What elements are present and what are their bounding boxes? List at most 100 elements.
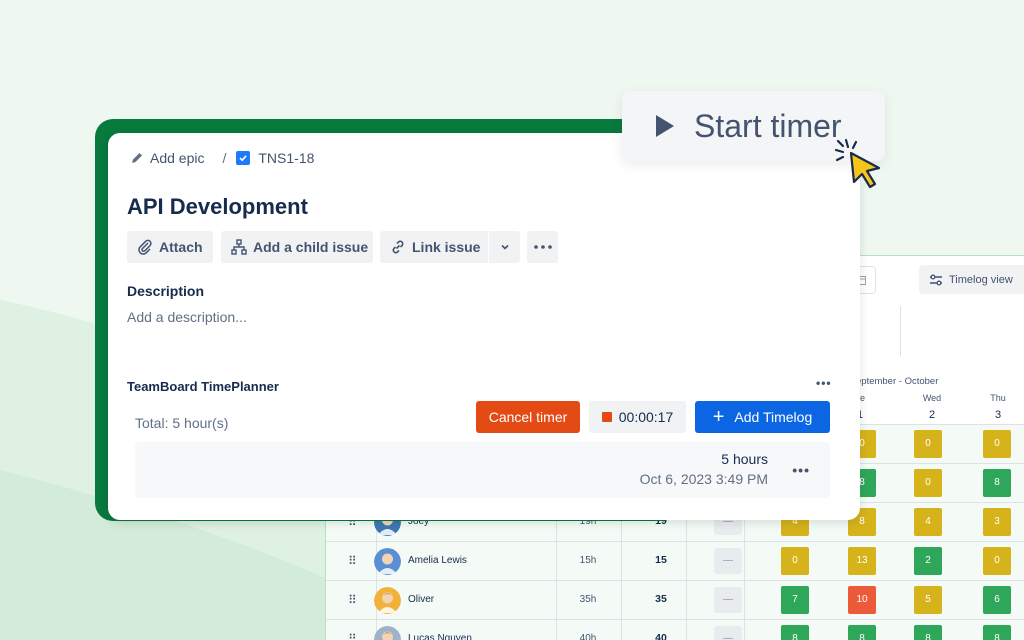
hierarchy-icon	[231, 239, 247, 255]
description-heading: Description	[127, 283, 205, 299]
day-number: 3	[994, 409, 1002, 421]
column-divider	[556, 542, 557, 580]
period-label: eptember - October	[856, 376, 939, 387]
timesheet-row: ⠿ Amelia Lewis 15h 15 — 0 13 2 0	[326, 541, 1024, 580]
column-divider	[556, 581, 557, 619]
add-child-label: Add a child issue	[253, 239, 369, 255]
plus-icon: +	[712, 406, 725, 428]
timelog-more-button[interactable]: •••	[792, 462, 810, 478]
hours-cell[interactable]: 5	[914, 586, 942, 614]
hours-cell[interactable]: 4	[914, 508, 942, 536]
timesheet-row: ⠿ Lucas Nguyen 40h 40 — 8 8 8 8	[326, 619, 1024, 640]
issue-title[interactable]: API Development	[127, 194, 308, 220]
issue-card: Add epic / TNS1-18 API Development Attac…	[108, 133, 860, 520]
sliders-icon	[930, 274, 942, 285]
issue-key-link[interactable]: TNS1-18	[258, 150, 314, 166]
hours-cell[interactable]: 0	[983, 430, 1011, 458]
toolbar-divider	[900, 306, 901, 356]
add-timelog-button[interactable]: + Add Timelog	[695, 401, 830, 433]
timesheet-row: ⠿ Oliver 35h 35 — 7 10 5 6	[326, 580, 1024, 619]
empty-cell[interactable]: —	[714, 587, 742, 613]
timelog-date: Oct 6, 2023 3:49 PM	[639, 471, 768, 487]
hours-cell[interactable]: 6	[983, 586, 1011, 614]
breadcrumb-separator: /	[222, 150, 227, 166]
link-issue-dropdown[interactable]	[489, 231, 520, 263]
hours-cell[interactable]: 8	[983, 469, 1011, 497]
stop-icon	[601, 412, 612, 422]
attach-label: Attach	[159, 239, 203, 255]
timelog-entry: 5 hours Oct 6, 2023 3:49 PM •••	[135, 442, 830, 498]
column-divider	[744, 542, 745, 580]
hours-cell[interactable]: 0	[914, 430, 942, 458]
add-epic-link[interactable]: Add epic	[150, 150, 204, 166]
paperclip-icon	[138, 239, 152, 255]
timelog-view-button[interactable]: Timelog view	[919, 265, 1024, 294]
hours-cell[interactable]: 0	[781, 547, 809, 575]
pencil-icon	[132, 153, 142, 163]
column-divider	[686, 542, 687, 580]
total-hours: Total: 5 hour(s)	[135, 415, 229, 431]
hours-cell[interactable]: 7	[781, 586, 809, 614]
member-total: 35	[655, 593, 667, 605]
column-divider	[621, 542, 622, 580]
member-name: Amelia Lewis	[408, 555, 467, 566]
breadcrumb: Add epic / TNS1-18	[130, 150, 314, 166]
member-estimate: 35h	[579, 594, 597, 605]
hours-cell[interactable]: 8	[781, 625, 809, 640]
hours-cell[interactable]: 8	[983, 625, 1011, 640]
hours-cell[interactable]: 2	[914, 547, 942, 575]
more-actions-button[interactable]	[527, 231, 558, 263]
drag-handle-icon[interactable]: ⠿	[348, 554, 357, 568]
add-timelog-label: Add Timelog	[734, 409, 813, 425]
drag-handle-icon[interactable]: ⠿	[348, 593, 357, 607]
column-divider	[621, 581, 622, 619]
member-name: Oliver	[408, 594, 435, 605]
column-divider	[621, 620, 622, 640]
column-divider	[686, 620, 687, 640]
timer-display[interactable]: 00:00:17	[589, 401, 686, 433]
hours-cell[interactable]: 8	[848, 625, 876, 640]
member-name: Lucas Nguyen	[408, 633, 472, 640]
hours-cell[interactable]: 13	[848, 547, 876, 575]
task-checkbox-icon	[236, 151, 251, 165]
day-name: Wed	[922, 393, 942, 403]
pointer-cursor-icon	[834, 138, 881, 189]
day-name: Thu	[990, 393, 1006, 403]
add-child-issue-button[interactable]: Add a child issue	[221, 231, 373, 263]
timelog-hours: 5 hours	[721, 451, 768, 467]
empty-cell[interactable]: —	[714, 626, 742, 640]
chevron-down-icon	[500, 244, 509, 250]
link-icon	[392, 240, 404, 254]
hours-cell[interactable]: 0	[914, 469, 942, 497]
hours-cell[interactable]: 8	[914, 625, 942, 640]
timeplanner-more-button[interactable]: •••	[816, 376, 832, 390]
column-divider	[744, 620, 745, 640]
hours-cell[interactable]: 0	[983, 547, 1011, 575]
description-input[interactable]: Add a description...	[127, 309, 247, 325]
start-timer-label: Start timer	[694, 107, 842, 144]
day-number: 2	[928, 409, 936, 421]
column-divider	[744, 581, 745, 619]
column-divider	[556, 620, 557, 640]
member-total: 15	[655, 554, 667, 566]
avatar	[374, 626, 401, 640]
timeplanner-heading: TeamBoard TimePlanner	[127, 379, 279, 394]
member-estimate: 15h	[579, 555, 597, 566]
member-estimate: 40h	[579, 633, 597, 640]
cancel-timer-button[interactable]: Cancel timer	[476, 401, 580, 433]
attach-button[interactable]: Attach	[127, 231, 213, 263]
more-icon	[533, 245, 552, 249]
avatar	[374, 548, 401, 575]
empty-cell[interactable]: —	[714, 548, 742, 574]
timelog-view-label: Timelog view	[949, 273, 1013, 286]
play-icon	[656, 115, 674, 137]
hours-cell[interactable]: 10	[848, 586, 876, 614]
link-issue-button[interactable]: Link issue	[380, 231, 488, 263]
drag-handle-icon[interactable]: ⠿	[348, 632, 357, 640]
hours-cell[interactable]: 3	[983, 508, 1011, 536]
avatar	[374, 587, 401, 614]
timer-value: 00:00:17	[618, 409, 674, 425]
member-total: 40	[655, 632, 667, 640]
column-divider	[686, 581, 687, 619]
link-issue-label: Link issue	[412, 239, 481, 255]
